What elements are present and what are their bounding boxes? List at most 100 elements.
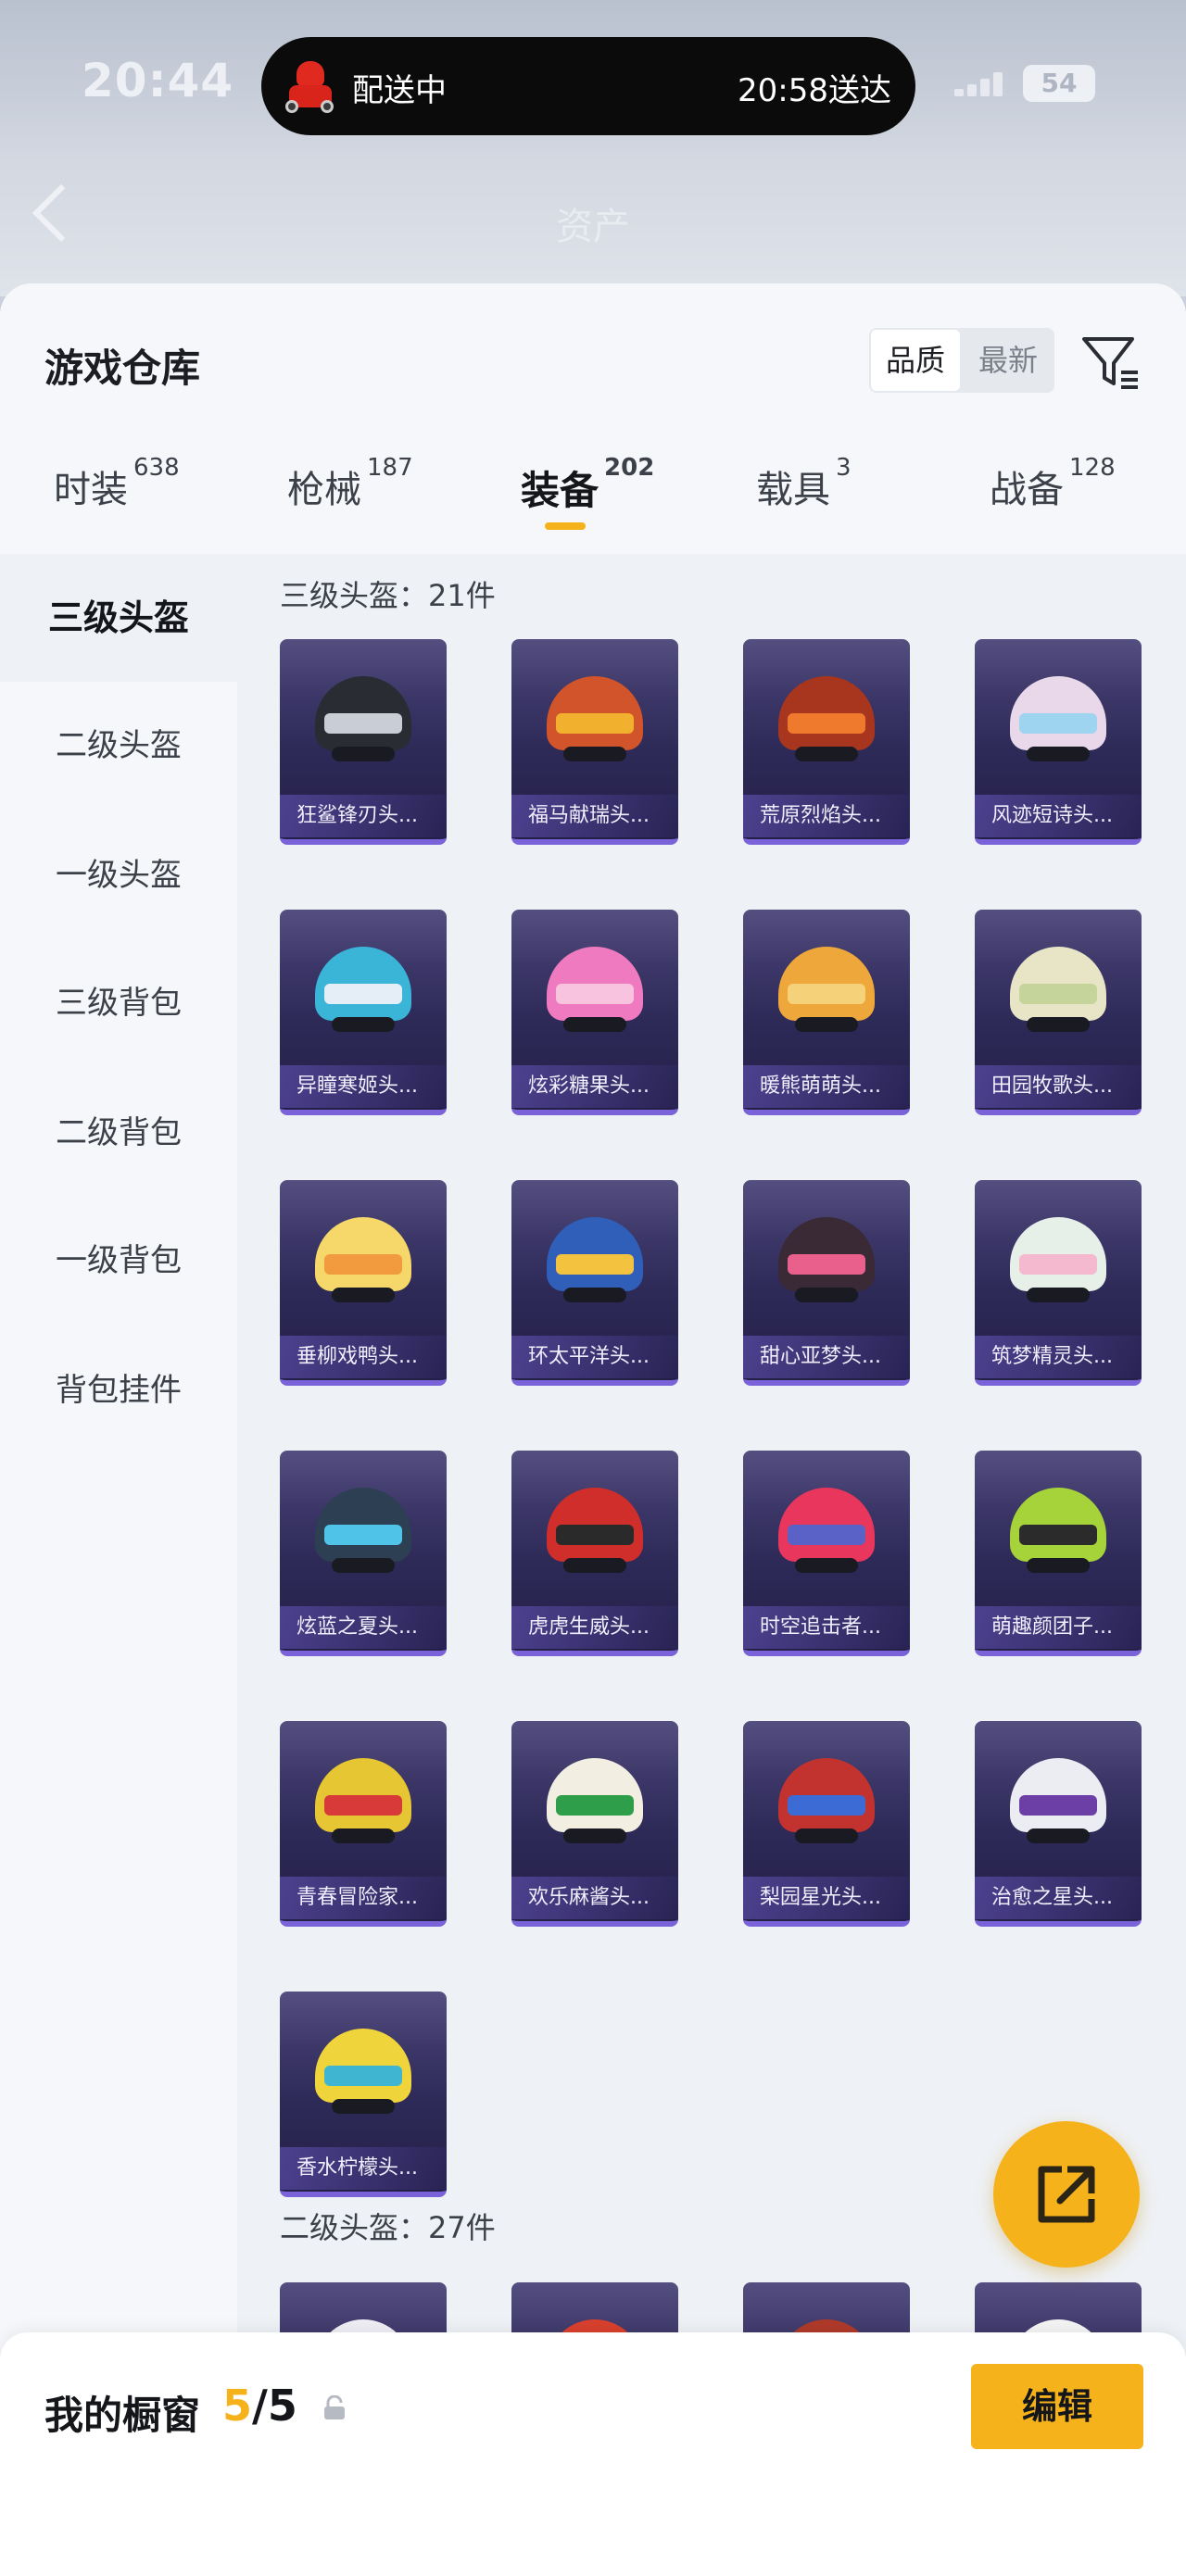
helmet-icon [547, 1217, 643, 1302]
item-name: 暖熊萌萌头... [743, 1065, 910, 1108]
item-name: 虎虎生威头... [511, 1606, 678, 1649]
item-card[interactable]: 异瞳寒姬头... [280, 910, 447, 1115]
item-grid: 三级头盔：21件 二级头盔：27件 狂鲨锋刃头... 福马献瑞头... 荒原烈焰头.… [237, 554, 1186, 2576]
sidebar-item-backpack-charm[interactable]: 背包挂件 [0, 1326, 237, 1454]
helmet-icon [315, 1217, 411, 1302]
helmet-icon [315, 1758, 411, 1843]
helmet-icon [778, 1217, 875, 1302]
helmet-icon [315, 1488, 411, 1573]
item-name: 风迹短诗头... [975, 795, 1142, 837]
sidebar-item-level1-helmet[interactable]: 一级头盔 [0, 811, 237, 939]
item-name: 炫蓝之夏头... [280, 1606, 447, 1649]
showcase-count: 5/5 [222, 2381, 297, 2431]
item-name: 筑梦精灵头... [975, 1336, 1142, 1378]
item-card[interactable]: 狂鲨锋刃头... [280, 639, 447, 845]
battery-icon: 54 [1023, 65, 1095, 102]
item-name: 环太平洋头... [511, 1336, 678, 1378]
sort-quality-button[interactable]: 品质 [871, 330, 960, 391]
group-title: 二级头盔：27件 [280, 2210, 496, 2245]
tab-guns[interactable]: 枪械187 [287, 454, 413, 552]
tab-count: 187 [367, 454, 413, 482]
helmet-icon [778, 947, 875, 1032]
sheet-header: 游戏仓库 品质 最新 时装638 枪械187 装备 202 载具3 战备128 [0, 283, 1186, 554]
sort-newest-button[interactable]: 最新 [962, 328, 1054, 393]
tab-count: 128 [1069, 454, 1116, 482]
helmet-icon [1010, 676, 1106, 761]
delivery-status: 配送中 [352, 72, 447, 109]
sidebar-item-level2-backpack[interactable]: 二级背包 [0, 1069, 237, 1197]
group-title: 三级头盔：21件 [280, 578, 496, 613]
item-card[interactable]: 垂柳戏鸭头... [280, 1180, 447, 1386]
active-tab-indicator [545, 522, 586, 530]
item-card[interactable]: 炫蓝之夏头... [280, 1451, 447, 1656]
filter-icon[interactable] [1079, 330, 1143, 395]
tab-vehicles[interactable]: 载具3 [756, 454, 852, 552]
item-card[interactable]: 环太平洋头... [511, 1180, 678, 1386]
edit-button[interactable]: 编辑 [971, 2364, 1143, 2449]
item-card[interactable]: 风迹短诗头... [975, 639, 1142, 845]
item-name: 青春冒险家... [280, 1877, 447, 1919]
item-card[interactable]: 虎虎生威头... [511, 1451, 678, 1656]
tab-count: 3 [836, 454, 852, 482]
delivery-eta: 20:58送达 [738, 72, 891, 109]
share-button[interactable] [993, 2121, 1140, 2268]
tab-label: 时装 [54, 469, 128, 511]
item-card[interactable]: 甜心亚梦头... [743, 1180, 910, 1386]
showcase-bar: 我的橱窗 5/5 编辑 [0, 2332, 1186, 2576]
lock-icon [324, 2395, 345, 2419]
helmet-icon [1010, 1488, 1106, 1573]
tab-label: 装备 [521, 468, 599, 513]
item-name: 异瞳寒姬头... [280, 1065, 447, 1108]
tab-count: 202 [604, 454, 655, 482]
item-name: 香水柠檬头... [280, 2147, 447, 2190]
item-name: 垂柳戏鸭头... [280, 1336, 447, 1378]
item-name: 狂鲨锋刃头... [280, 795, 447, 837]
helmet-icon [315, 676, 411, 761]
sidebar-item-level3-backpack[interactable]: 三级背包 [0, 939, 237, 1067]
item-card[interactable]: 时空追击者... [743, 1451, 910, 1656]
item-card[interactable]: 田园牧歌头... [975, 910, 1142, 1115]
tab-count: 638 [133, 454, 180, 482]
page-title: 游戏仓库 [44, 346, 201, 391]
item-name: 荒原烈焰头... [743, 795, 910, 837]
item-card[interactable]: 炫彩糖果头... [511, 910, 678, 1115]
warehouse-sheet: 游戏仓库 品质 最新 时装638 枪械187 装备 202 载具3 战备128 … [0, 283, 1186, 2576]
item-card[interactable]: 暖熊萌萌头... [743, 910, 910, 1115]
item-name: 梨园星光头... [743, 1877, 910, 1919]
sidebar-item-level2-helmet[interactable]: 二级头盔 [0, 682, 237, 810]
signal-icon [954, 72, 1006, 96]
helmet-icon [778, 676, 875, 761]
helmet-icon [1010, 947, 1106, 1032]
item-name: 时空追击者... [743, 1606, 910, 1649]
helmet-icon [778, 1758, 875, 1843]
nav-title: 资产 [556, 206, 630, 248]
item-name: 萌趣颜团子... [975, 1606, 1142, 1649]
helmet-icon [547, 1758, 643, 1843]
sidebar-item-level3-helmet[interactable]: 三级头盔 [0, 554, 237, 682]
helmet-icon [315, 2029, 411, 2114]
tab-fashion[interactable]: 时装638 [54, 454, 180, 552]
tab-supplies[interactable]: 战备128 [990, 454, 1116, 552]
item-card[interactable]: 萌趣颜团子... [975, 1451, 1142, 1656]
helmet-icon [778, 1488, 875, 1573]
status-time: 20:44 [82, 54, 234, 107]
item-name: 甜心亚梦头... [743, 1336, 910, 1378]
item-card[interactable]: 筑梦精灵头... [975, 1180, 1142, 1386]
item-card[interactable]: 梨园星光头... [743, 1721, 910, 1927]
helmet-icon [547, 1488, 643, 1573]
item-card[interactable]: 福马献瑞头... [511, 639, 678, 845]
share-icon [1038, 2166, 1095, 2223]
delivery-live-activity[interactable]: 配送中 20:58送达 [261, 37, 915, 135]
item-card[interactable]: 荒原烈焰头... [743, 639, 910, 845]
item-card[interactable]: 香水柠檬头... [280, 1992, 447, 2197]
sidebar-item-level1-backpack[interactable]: 一级背包 [0, 1197, 237, 1325]
helmet-icon [547, 947, 643, 1032]
item-card[interactable]: 青春冒险家... [280, 1721, 447, 1927]
category-tabs: 时装638 枪械187 装备 202 载具3 战备128 [0, 454, 1186, 552]
item-card[interactable]: 治愈之星头... [975, 1721, 1142, 1927]
tab-equipment[interactable]: 装备 202 [521, 454, 654, 552]
item-name: 福马献瑞头... [511, 795, 678, 837]
subcategory-sidebar: 三级头盔 二级头盔 一级头盔 三级背包 二级背包 一级背包 背包挂件 [0, 554, 237, 2576]
showcase-label: 我的橱窗 [44, 2393, 201, 2438]
item-card[interactable]: 欢乐麻酱头... [511, 1721, 678, 1927]
